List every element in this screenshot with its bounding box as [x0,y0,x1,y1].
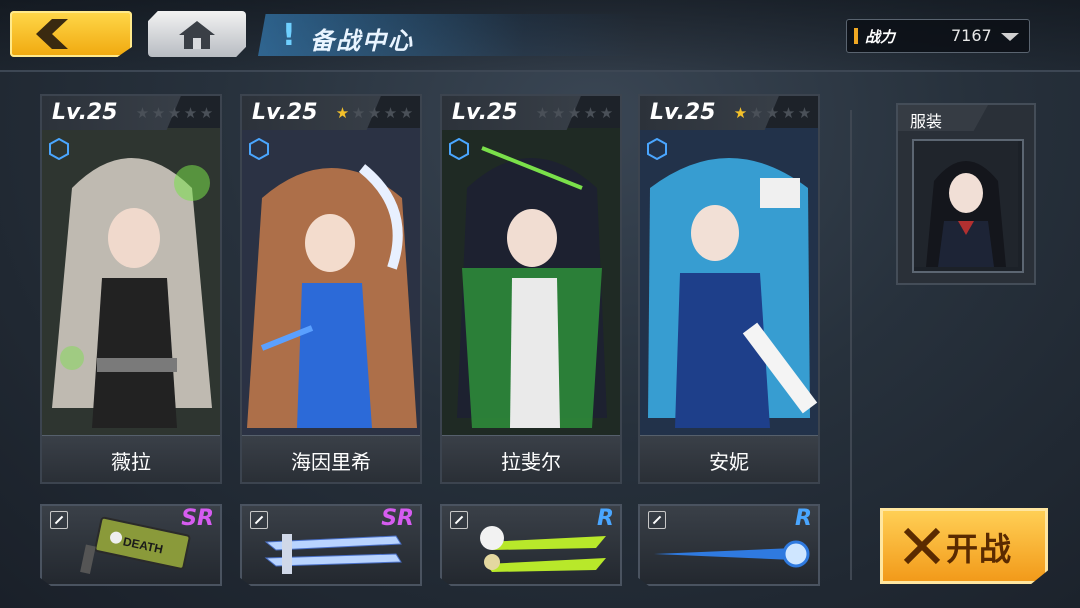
costume-preview[interactable] [912,139,1024,273]
home-button[interactable] [148,11,246,57]
chevron-left-icon [36,19,68,49]
character-name: 拉斐尔 [501,450,561,474]
back-button[interactable] [10,11,132,57]
character-name: 薇拉 [111,450,151,474]
star-icon: ★ [599,104,614,122]
level-label: Lv.25 [252,100,318,125]
character-name: 海因里希 [291,450,371,474]
star-icon: ★ [733,104,748,122]
character-card[interactable]: Lv.25 ★ ★ ★ ★ ★ 安妮 [638,94,820,484]
star-icon: ★ [183,104,198,122]
power-value: 7167 [951,26,992,45]
level-label: Lv.25 [650,100,716,125]
weapon-slot[interactable]: R [638,504,820,586]
star-icon: ★ [797,104,812,122]
star-rating: ★ ★ ★ ★ ★ [335,106,414,121]
home-icon [179,21,215,49]
hexagon-icon [49,138,69,160]
name-bar: 拉斐尔 [442,435,620,482]
name-bar: 薇拉 [42,435,220,482]
green-blades-icon [480,526,606,572]
character-portrait [42,128,220,454]
hammer-weapon-icon: DEATH [80,516,191,575]
character-portrait [242,128,420,454]
weapon-slot[interactable]: R [440,504,622,586]
star-icon: ★ [383,104,398,122]
level-label: Lv.25 [452,100,518,125]
costume-panel[interactable]: 服装 [896,103,1036,285]
weapon-slot[interactable]: SR DEATH [40,504,222,586]
hexagon-icon [647,138,667,160]
top-bar-divider [0,70,1080,72]
character-portrait [640,128,818,454]
combat-power-panel[interactable]: 战力 7167 [846,19,1030,53]
star-rating: ★ ★ ★ ★ ★ [135,106,214,121]
star-icon: ★ [551,104,566,122]
star-rating: ★ ★ ★ ★ ★ [535,106,614,121]
page-title-bar: ! 备战中心 [258,14,638,56]
star-icon: ★ [765,104,780,122]
star-icon: ★ [199,104,214,122]
star-rating: ★ ★ ★ ★ ★ [733,106,812,121]
character-card[interactable]: Lv.25 ★ ★ ★ ★ ★ 拉斐尔 [440,94,622,484]
costume-label: 服装 [910,112,943,131]
title-marker: ! [282,18,296,53]
star-icon: ★ [781,104,796,122]
twin-blades-icon [264,534,402,574]
start-button-label: 开战 [946,530,1013,568]
power-marker [854,28,858,44]
star-icon: ★ [335,104,350,122]
power-label: 战力 [865,28,896,46]
start-battle-button[interactable]: 开战 [880,508,1048,584]
star-icon: ★ [351,104,366,122]
star-icon: ★ [535,104,550,122]
level-label: Lv.25 [52,100,118,125]
star-icon: ★ [399,104,414,122]
character-card[interactable]: Lv.25 ★ ★ ★ ★ ★ 薇拉 [40,94,222,484]
crossed-swords-icon [903,527,941,565]
spear-icon [654,540,810,568]
hexagon-icon [249,138,269,160]
page-title: 备战中心 [310,27,414,55]
character-name: 安妮 [709,450,749,474]
star-icon: ★ [151,104,166,122]
name-bar: 安妮 [640,435,818,482]
character-card[interactable]: Lv.25 ★ ★ ★ ★ ★ 海因里希 [240,94,422,484]
star-icon: ★ [167,104,182,122]
caret-down-icon[interactable] [1001,33,1019,41]
costume-portrait [914,141,1018,267]
star-icon: ★ [135,104,150,122]
star-icon: ★ [583,104,598,122]
hexagon-icon [449,138,469,160]
costume-header: 服装 [898,105,988,131]
star-icon: ★ [367,104,382,122]
star-icon: ★ [567,104,582,122]
character-portrait [442,128,620,454]
weapon-slot[interactable]: SR [240,504,422,586]
name-bar: 海因里希 [242,435,420,482]
panel-divider [850,110,852,580]
star-icon: ★ [749,104,764,122]
